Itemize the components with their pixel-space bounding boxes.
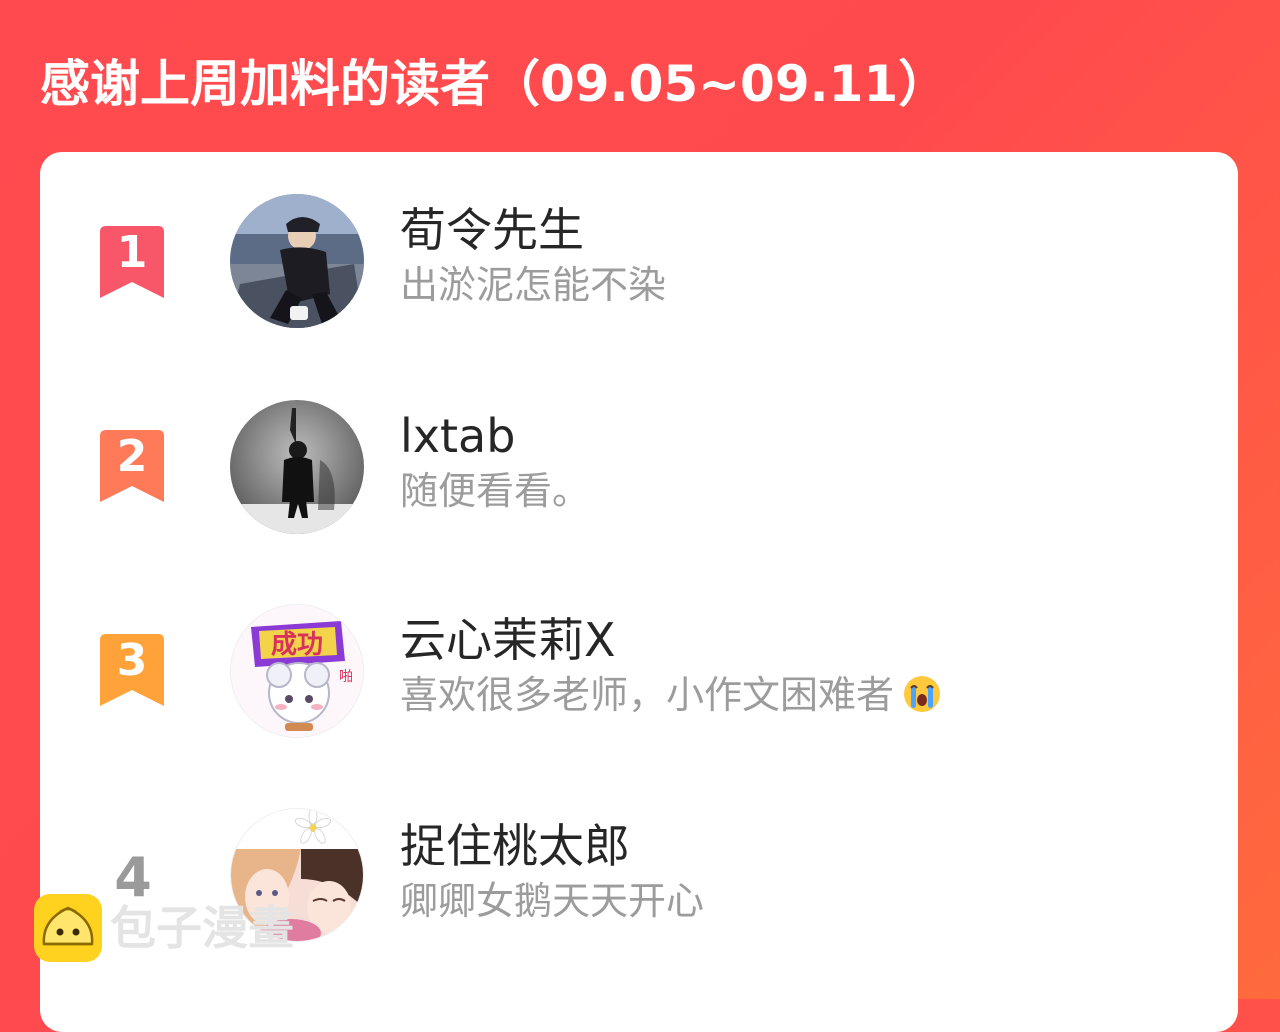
- reader-name: 捉住桃太郎: [400, 819, 630, 873]
- reader-name: 荀令先生: [400, 203, 584, 257]
- reader-signature: 出淤泥怎能不染: [400, 263, 667, 307]
- svg-text:啪: 啪: [339, 668, 353, 685]
- reader-signature: 随便看看。: [400, 469, 591, 513]
- list-item[interactable]: 3 成功 啪 云心茉莉X 喜欢很多老师，小作文困难者: [40, 602, 1238, 762]
- bun-logo-icon: [34, 894, 102, 962]
- rank-badge: 2: [98, 430, 168, 504]
- rank-badge: 3: [98, 634, 168, 708]
- list-item[interactable]: 2 lxtab 随便看看。: [40, 398, 1238, 558]
- reader-name: 云心茉莉X: [400, 613, 616, 667]
- crying-face-icon: [904, 676, 941, 712]
- svg-text:成功: 成功: [271, 630, 323, 660]
- reader-signature-line: 喜欢很多老师，小作文困难者: [400, 670, 942, 720]
- rank-number: 3: [116, 635, 148, 686]
- list-item[interactable]: 1 荀令先生 出淤泥怎能不染: [40, 192, 1238, 352]
- page-title: 感谢上周加料的读者（09.05~09.11）: [40, 55, 949, 113]
- watermark-text: 包子漫畫: [110, 901, 294, 955]
- avatar[interactable]: [230, 194, 364, 328]
- avatar[interactable]: 成功 啪: [230, 604, 364, 738]
- rank-badge: 1: [98, 226, 168, 300]
- reader-signature: 喜欢很多老师，小作文困难者: [400, 673, 895, 717]
- avatar[interactable]: [230, 400, 364, 534]
- reader-name: lxtab: [400, 409, 516, 463]
- rank-number: 1: [116, 227, 148, 278]
- rank-number: 2: [116, 431, 148, 482]
- reader-signature: 卿卿女鹅天天开心: [400, 879, 705, 923]
